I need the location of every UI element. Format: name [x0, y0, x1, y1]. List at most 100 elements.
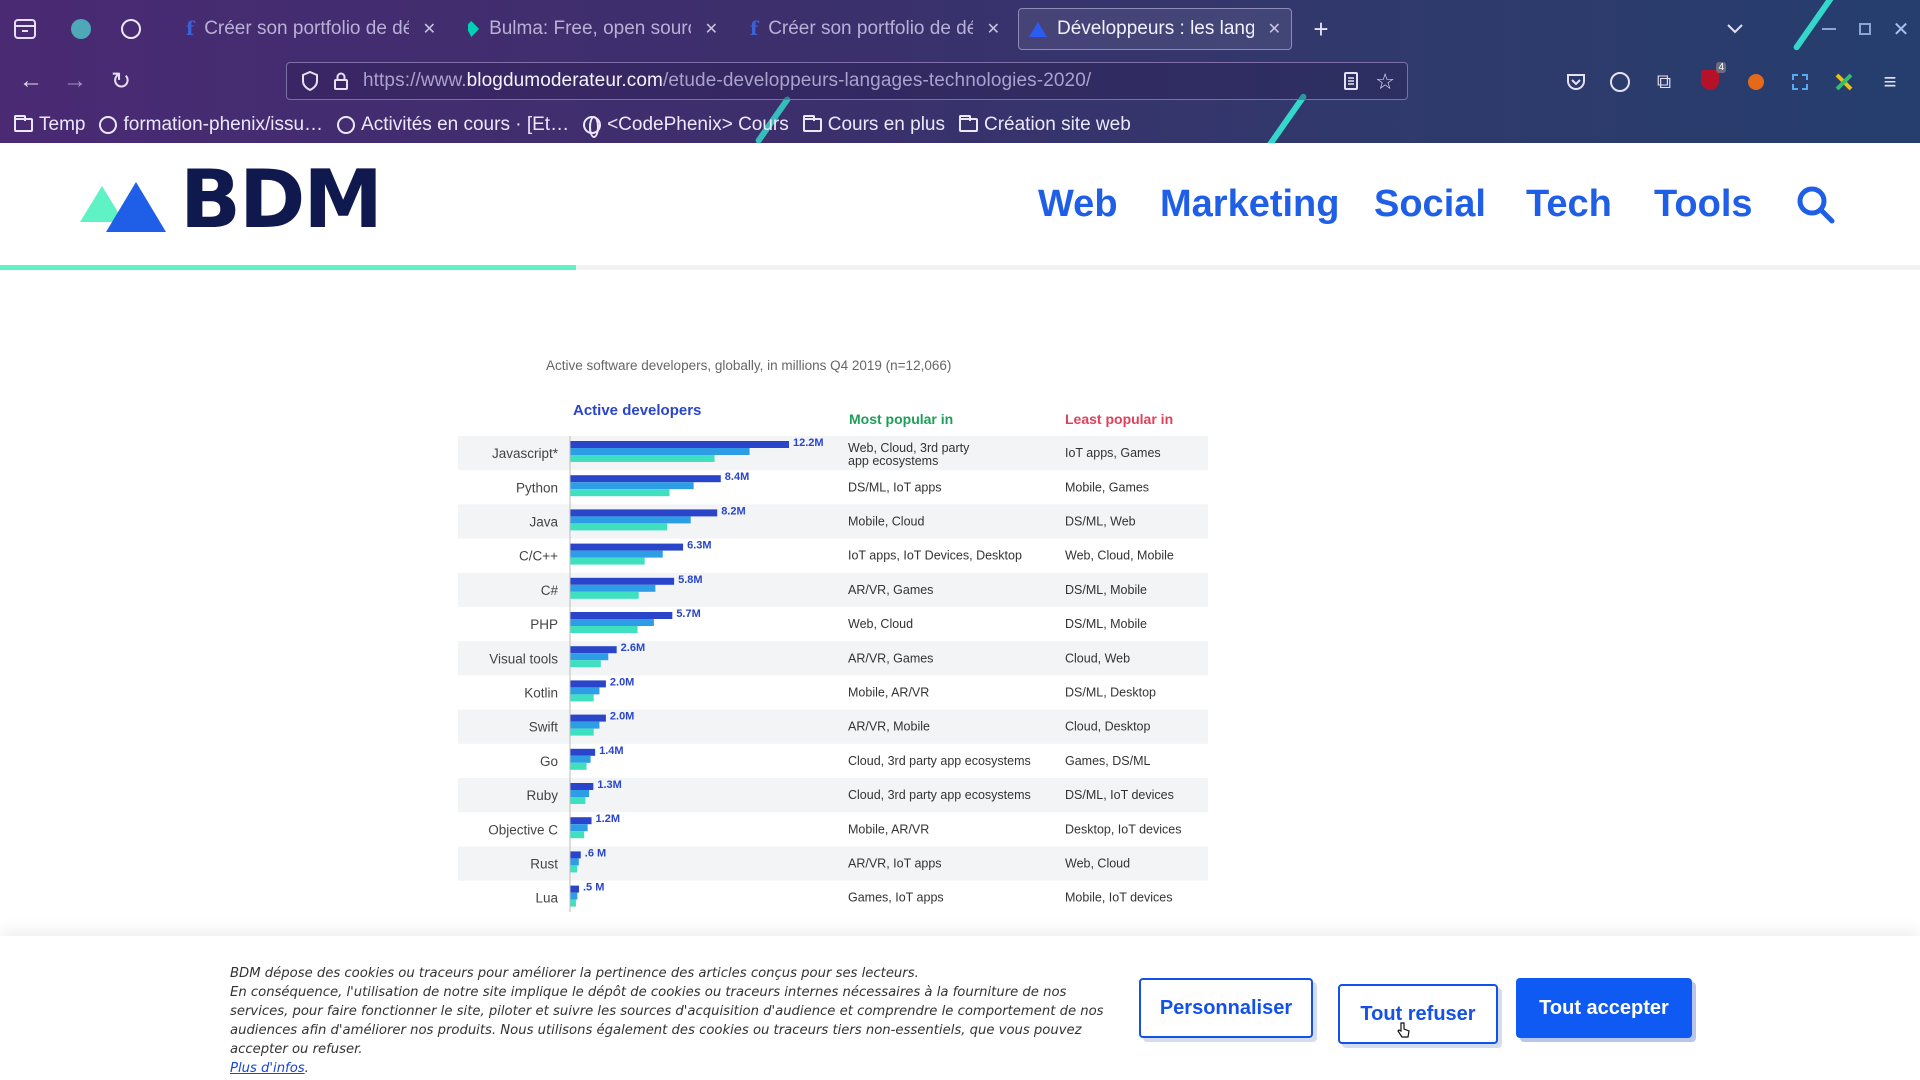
cookie-text: BDM dépose des cookies ou traceurs pour …	[230, 964, 1110, 1078]
extensions-button[interactable]: ⧉	[1650, 68, 1678, 96]
bar-series-1	[570, 851, 581, 859]
most-popular-text: AR/VR, Mobile	[848, 720, 930, 734]
globe-icon	[583, 116, 602, 138]
bar-series-1	[570, 680, 606, 688]
bookmark-cours-en-plus[interactable]: Cours en plus	[802, 114, 945, 136]
url-host: blogdumoderateur.com	[466, 70, 663, 91]
url-text[interactable]: https://www.blogdumoderateur.com/etude-d…	[363, 70, 1091, 92]
least-popular-text: Cloud, Web	[1065, 651, 1130, 665]
bar-series-2	[570, 619, 654, 626]
bar-series-1	[570, 577, 675, 585]
forward-button[interactable]: →	[60, 66, 90, 96]
pinned-tab-github[interactable]	[120, 18, 142, 40]
new-tab-button[interactable]: +	[1306, 14, 1336, 44]
category-label: PHP	[530, 617, 558, 632]
most-popular-text: AR/VR, Games	[848, 583, 933, 597]
category-label: Lua	[535, 891, 558, 906]
least-popular-text: DS/ML, Mobile	[1065, 583, 1147, 597]
ublock-button[interactable]: 4	[1696, 62, 1726, 94]
category-label: Go	[540, 754, 558, 769]
nav-web[interactable]: Web	[1038, 183, 1118, 226]
bar-series-2	[570, 858, 579, 866]
url-bar[interactable]: https://www.blogdumoderateur.com/etude-d…	[286, 62, 1408, 100]
site-logo[interactable]: BDM	[80, 160, 383, 240]
tab-bar: f Créer son portfolio de dé ✕ Bulma: Fre…	[0, 0, 1920, 56]
value-label: 2.0M	[610, 676, 634, 688]
most-popular-text: Games, IoT apps	[848, 891, 944, 905]
accept-all-button[interactable]: Tout accepter	[1516, 978, 1692, 1038]
most-popular-text: Mobile, Cloud	[848, 515, 924, 529]
account-button[interactable]	[1606, 68, 1634, 96]
close-icon[interactable]: ✕	[423, 19, 436, 39]
nav-social[interactable]: Social	[1374, 183, 1486, 226]
navigation-toolbar: ← → ↻ https://www.blogdumoderateur.com/e…	[0, 58, 1920, 104]
bookmark-formation-phenix[interactable]: formation-phenix/issu…	[99, 114, 323, 136]
bar-series-3	[570, 591, 639, 599]
tab-4-active[interactable]: Développeurs : les langag ✕	[1018, 8, 1292, 50]
more-info-link[interactable]: Plus d'infos	[230, 1061, 305, 1076]
bar-series-2	[570, 892, 578, 900]
list-all-tabs-button[interactable]	[1720, 14, 1750, 44]
value-label: 5.8M	[678, 574, 702, 586]
close-icon[interactable]: ✕	[705, 19, 718, 39]
most-popular-text: AR/VR, IoT apps	[848, 857, 942, 871]
star-icon[interactable]: ☆	[1375, 69, 1395, 95]
tab-2[interactable]: Bulma: Free, open source ✕	[458, 8, 728, 50]
nav-marketing[interactable]: Marketing	[1160, 183, 1339, 226]
close-icon: ✕	[1892, 18, 1910, 41]
extension-button[interactable]	[1742, 68, 1770, 96]
pinned-tab-1[interactable]	[70, 18, 92, 40]
pocket-button[interactable]	[1562, 68, 1590, 96]
github-icon	[99, 116, 118, 134]
arrow-left-icon: ←	[19, 67, 43, 94]
cookie-intro: BDM dépose des cookies ou traceurs pour …	[230, 966, 919, 981]
tab-1[interactable]: f Créer son portfolio de dé ✕	[176, 8, 446, 50]
bookmark-temp[interactable]: Temp	[14, 114, 85, 136]
least-popular-text: Web, Cloud, Mobile	[1065, 549, 1174, 563]
close-window-button[interactable]: ✕	[1886, 14, 1916, 44]
search-icon[interactable]	[1796, 185, 1836, 225]
refuse-all-button[interactable]: Tout refuser	[1338, 984, 1498, 1044]
archive-icon	[14, 19, 36, 39]
reader-view-icon[interactable]	[1343, 72, 1359, 95]
least-popular-text: Cloud, Desktop	[1065, 720, 1151, 734]
site-header: BDM Web Marketing Social Tech Tools	[0, 143, 1920, 271]
reload-button[interactable]: ↻	[106, 66, 136, 96]
nav-tools[interactable]: Tools	[1654, 183, 1753, 226]
most-popular-text: Web, Cloud	[848, 617, 913, 631]
bookmark-creation-site-web[interactable]: Création site web	[958, 114, 1131, 136]
tab-3[interactable]: f Créer son portfolio de dé ✕	[740, 8, 1010, 50]
least-popular-text: IoT apps, Games	[1065, 446, 1161, 460]
category-label: Rust	[530, 857, 558, 872]
bookmark-label: Cours en plus	[827, 114, 945, 135]
close-icon[interactable]: ✕	[1268, 19, 1281, 39]
value-label: 2.0M	[610, 711, 634, 723]
minimize-button[interactable]	[1814, 14, 1844, 44]
category-label: Objective C	[488, 822, 558, 837]
bar-chart: Javascript*12.2M Web, Cloud, 3rd party app…	[458, 436, 1208, 912]
nav-tech[interactable]: Tech	[1526, 183, 1612, 226]
github-icon	[121, 19, 141, 39]
screenshot-button[interactable]	[1786, 68, 1814, 96]
least-popular-text: Mobile, Games	[1065, 480, 1149, 494]
shield-icon[interactable]	[301, 71, 319, 91]
restore-icon	[1859, 23, 1871, 35]
bar-series-3	[570, 523, 668, 531]
category-label: Javascript*	[492, 446, 559, 461]
category-label: C/C++	[519, 549, 558, 564]
colorful-x-icon	[1835, 73, 1853, 91]
tab-overview-button[interactable]	[12, 16, 38, 42]
personalize-button[interactable]: Personnaliser	[1139, 978, 1313, 1038]
back-button[interactable]: ←	[16, 66, 46, 96]
color-extension-button[interactable]	[1830, 68, 1858, 96]
most-popular-text: Mobile, AR/VR	[848, 686, 929, 700]
restore-button[interactable]	[1850, 14, 1880, 44]
bookmark-codephenix[interactable]: <CodePhenix> Cours	[583, 114, 789, 138]
bookmark-activites[interactable]: Activités en cours · [Et…	[337, 114, 569, 136]
lock-icon[interactable]	[333, 71, 349, 91]
close-icon[interactable]: ✕	[987, 19, 1000, 39]
tab-title: Développeurs : les langag	[1057, 18, 1254, 39]
cookie-banner: BDM dépose des cookies ou traceurs pour …	[0, 936, 1920, 1080]
app-menu-button[interactable]: ≡	[1876, 68, 1904, 96]
least-popular-text: Desktop, IoT devices	[1065, 822, 1182, 836]
